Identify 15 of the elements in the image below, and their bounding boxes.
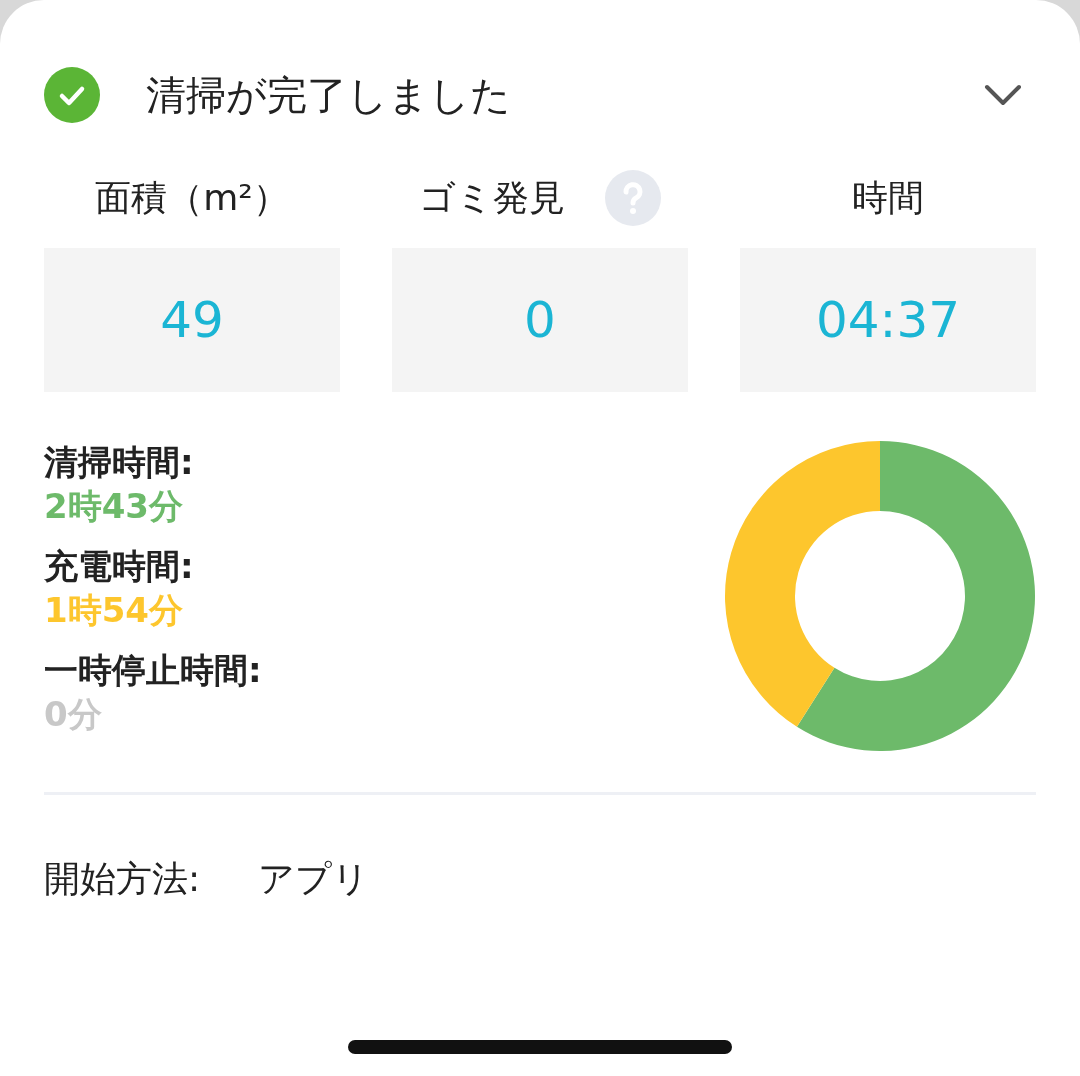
stat-value: 49 xyxy=(44,248,340,392)
duration-value: 1時54分 xyxy=(44,589,184,632)
stat-label: 面積（m²） xyxy=(95,175,289,220)
duration-value: 2時43分 xyxy=(44,485,184,528)
status-title: 清掃が完了しました xyxy=(146,70,512,120)
chevron-down-icon[interactable] xyxy=(984,83,1022,107)
stat-label: ゴミ発見 xyxy=(419,175,565,220)
stat-value: 04:37 xyxy=(740,248,1036,392)
stat-label: 時間 xyxy=(852,175,924,220)
start-method-label: 開始方法: xyxy=(44,857,201,901)
duration-label: 充電時間: xyxy=(44,545,195,588)
stat-value: 0 xyxy=(392,248,688,392)
duration-label: 一時停止時間: xyxy=(44,649,262,692)
duration-label: 清掃時間: xyxy=(44,441,195,484)
start-method-value: アプリ xyxy=(258,857,370,901)
